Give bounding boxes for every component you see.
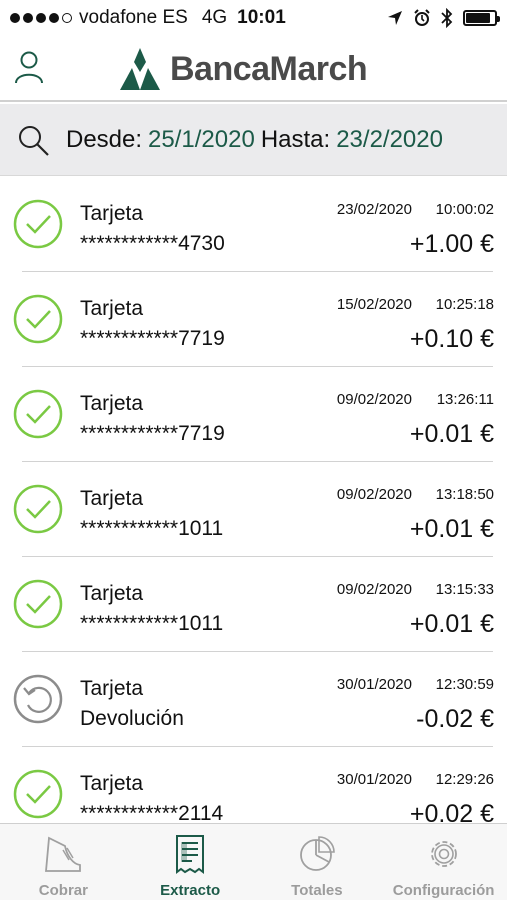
transaction-title: Tarjeta (80, 677, 144, 700)
transaction-date: 30/01/2020 (336, 676, 412, 693)
transaction-row[interactable]: Tarjeta Devolución 30/01/2020 12:30:59 -0.02… (0, 652, 507, 747)
transaction-amount: +0.10 € (409, 325, 494, 353)
from-label: Desde: (66, 125, 143, 153)
transaction-subtitle: ************2114 (80, 802, 224, 823)
tab-cobrar[interactable]: Cobrar (0, 824, 127, 900)
transaction-row[interactable]: Tarjeta ************4730 23/02/2020 10:00:0… (0, 177, 507, 272)
brand-logo: BancaMarch (120, 48, 368, 90)
bluetooth-icon (441, 8, 453, 28)
transaction-subtitle: ************7719 (80, 422, 225, 445)
tab-configuracion[interactable]: Configuración (380, 824, 507, 900)
transaction-title: Tarjeta (80, 392, 144, 415)
tab-bar: Cobrar Extracto Totales Configuración (0, 823, 507, 900)
tab-extracto[interactable]: Extracto (127, 824, 254, 900)
transaction-time: 13:15:33 (435, 581, 494, 598)
carrier-name: vodafone ES (79, 7, 188, 28)
receipt-icon (176, 835, 205, 874)
charge-icon (45, 836, 82, 872)
transaction-subtitle: Devolución (80, 707, 184, 730)
transaction-amount: +0.02 € (409, 800, 494, 823)
transaction-amount: +0.01 € (409, 515, 494, 543)
transaction-title: Tarjeta (80, 202, 144, 225)
transaction-amount: +1.00 € (409, 230, 494, 258)
refund-icon (13, 674, 63, 724)
transaction-date: 09/02/2020 (336, 581, 412, 598)
transaction-subtitle: ************7719 (80, 327, 225, 350)
tab-label: Configuración (392, 882, 495, 899)
transaction-time: 10:00:02 (435, 201, 494, 218)
brand-name: BancaMarch (170, 49, 368, 88)
transaction-time: 13:18:50 (435, 486, 494, 503)
user-icon[interactable] (14, 50, 44, 84)
transaction-date: 09/02/2020 (336, 486, 412, 503)
app-header: BancaMarch (0, 36, 507, 102)
transaction-time: 13:26:11 (436, 391, 494, 408)
transaction-subtitle: ************4730 (80, 232, 225, 255)
check-icon (13, 389, 63, 439)
check-icon (13, 294, 63, 344)
pie-chart-icon (299, 836, 335, 871)
transaction-row[interactable]: Tarjeta ************1011 09/02/2020 13:15:3… (0, 557, 507, 652)
transaction-list[interactable]: Tarjeta ************4730 23/02/2020 10:00:0… (0, 177, 507, 823)
transaction-time: 10:25:18 (435, 296, 494, 313)
transaction-date: 09/02/2020 (336, 391, 412, 408)
transaction-title: Tarjeta (80, 772, 144, 795)
transaction-subtitle: ************1011 (80, 517, 224, 540)
transaction-title: Tarjeta (80, 487, 144, 510)
transaction-title: Tarjeta (80, 582, 144, 605)
network-type: 4G (201, 7, 228, 28)
transaction-time: 12:29:26 (435, 771, 494, 788)
transaction-time: 12:30:59 (435, 676, 494, 693)
transaction-date: 30/01/2020 (336, 771, 412, 788)
gear-icon (430, 841, 457, 867)
transaction-amount: -0.02 € (416, 705, 494, 733)
transaction-date: 15/02/2020 (336, 296, 412, 313)
from-date[interactable]: 25/1/2020 (148, 126, 255, 154)
transaction-date: 23/02/2020 (336, 201, 412, 218)
transaction-row[interactable]: Tarjeta ************2114 30/01/2020 12:29:2… (0, 747, 507, 823)
check-icon (13, 579, 63, 629)
status-bar: vodafone ES 4G 10:01 (0, 0, 507, 36)
tab-label: Extracto (160, 882, 221, 899)
transaction-title: Tarjeta (80, 297, 144, 320)
tab-totales[interactable]: Totales (254, 824, 381, 900)
check-icon (13, 769, 63, 819)
banca-march-logo (120, 48, 160, 90)
transaction-amount: +0.01 € (409, 610, 494, 638)
to-date[interactable]: 23/2/2020 (336, 126, 443, 154)
tab-label: Cobrar (38, 882, 88, 899)
location-arrow-icon (388, 11, 402, 25)
date-filter-bar[interactable]: Desde: 25/1/2020 Hasta: 23/2/2020 (0, 104, 507, 176)
alarm-icon (414, 9, 430, 26)
signal-strength-icon (10, 13, 72, 23)
to-label: Hasta: (260, 125, 331, 153)
check-icon (13, 484, 63, 534)
transaction-row[interactable]: Tarjeta ************1011 09/02/2020 13:18:5… (0, 462, 507, 557)
search-icon[interactable] (16, 123, 50, 157)
transaction-row[interactable]: Tarjeta ************7719 09/02/2020 13:26:1… (0, 367, 507, 462)
transaction-amount: +0.01 € (409, 420, 494, 448)
tab-label: Totales (291, 882, 343, 899)
transaction-row[interactable]: Tarjeta ************7719 15/02/2020 10:25:1… (0, 272, 507, 367)
battery-icon (463, 10, 500, 26)
check-icon (13, 199, 63, 249)
transaction-subtitle: ************1011 (80, 612, 224, 635)
status-time: 10:01 (237, 7, 286, 28)
